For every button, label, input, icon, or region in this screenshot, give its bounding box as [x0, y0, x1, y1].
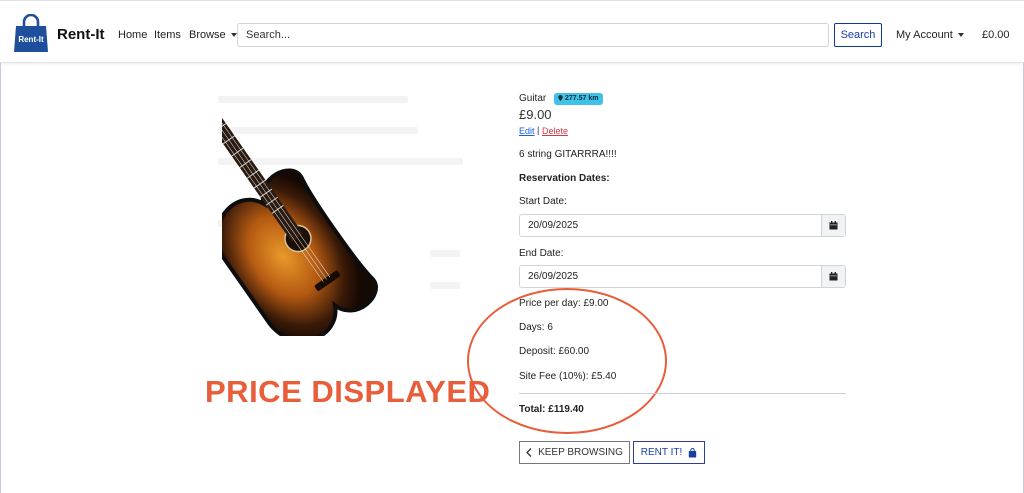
site-fee: Site Fee (10%): £5.40 [519, 371, 617, 382]
navbar: Rent-It Rent-It Home Items Browse Search… [0, 0, 1024, 63]
cart-total[interactable]: £0.00 [982, 29, 1010, 41]
distance-value: 277.57 km [565, 95, 599, 102]
deposit-amount: Deposit: £60.00 [519, 346, 590, 357]
chevron-left-icon [526, 448, 532, 457]
search-input[interactable] [237, 23, 829, 47]
chevron-down-icon [957, 33, 964, 38]
start-date-group [519, 214, 846, 237]
distance-badge: 277.57 km [554, 93, 604, 105]
product-image [222, 108, 378, 336]
calendar-icon [829, 221, 838, 230]
summary-divider [519, 393, 846, 394]
end-date-input[interactable] [520, 266, 822, 287]
annotation-price-displayed: PRICE DISPLAYED [205, 374, 491, 409]
start-date-label: Start Date: [519, 196, 567, 207]
end-date-label: End Date: [519, 248, 564, 259]
chevron-down-icon [230, 33, 237, 38]
search-button[interactable]: Search [834, 23, 882, 47]
total-price: Total: £119.40 [519, 404, 584, 415]
logo-text: Rent-It [18, 35, 44, 44]
page-edge [0, 63, 1, 493]
reservation-heading: Reservation Dates: [519, 173, 610, 184]
calendar-icon [829, 272, 838, 281]
rental-days: Days: 6 [519, 322, 553, 333]
rent-it-button[interactable]: RENT IT! [633, 441, 705, 464]
start-date-input[interactable] [520, 215, 822, 236]
item-name: Guitar [519, 93, 547, 104]
nav-home[interactable]: Home [118, 29, 147, 41]
end-date-group [519, 265, 846, 288]
nav-browse-dropdown[interactable]: Browse [189, 29, 237, 41]
start-date-calendar-button[interactable] [821, 215, 845, 236]
map-pin-icon [558, 95, 563, 101]
end-date-calendar-button[interactable] [821, 266, 845, 287]
my-account-label: My Account [896, 29, 953, 41]
keep-browsing-label: KEEP BROWSING [538, 447, 623, 458]
brand-name[interactable]: Rent-It [57, 26, 105, 43]
link-separator: | [537, 125, 540, 135]
shopping-bag-icon [689, 447, 697, 457]
edit-link[interactable]: Edit [519, 126, 535, 136]
rent-it-logo[interactable]: Rent-It [12, 14, 50, 54]
rent-it-label: RENT IT! [640, 447, 683, 458]
nav-browse-label: Browse [189, 29, 226, 41]
keep-browsing-button[interactable]: KEEP BROWSING [519, 441, 630, 464]
item-price: £9.00 [519, 107, 552, 122]
my-account-dropdown[interactable]: My Account [896, 29, 964, 41]
nav-items[interactable]: Items [154, 29, 181, 41]
price-per-day: Price per day: £9.00 [519, 298, 609, 309]
item-description: 6 string GITARRRA!!!! [519, 149, 617, 160]
delete-link[interactable]: Delete [542, 126, 568, 136]
